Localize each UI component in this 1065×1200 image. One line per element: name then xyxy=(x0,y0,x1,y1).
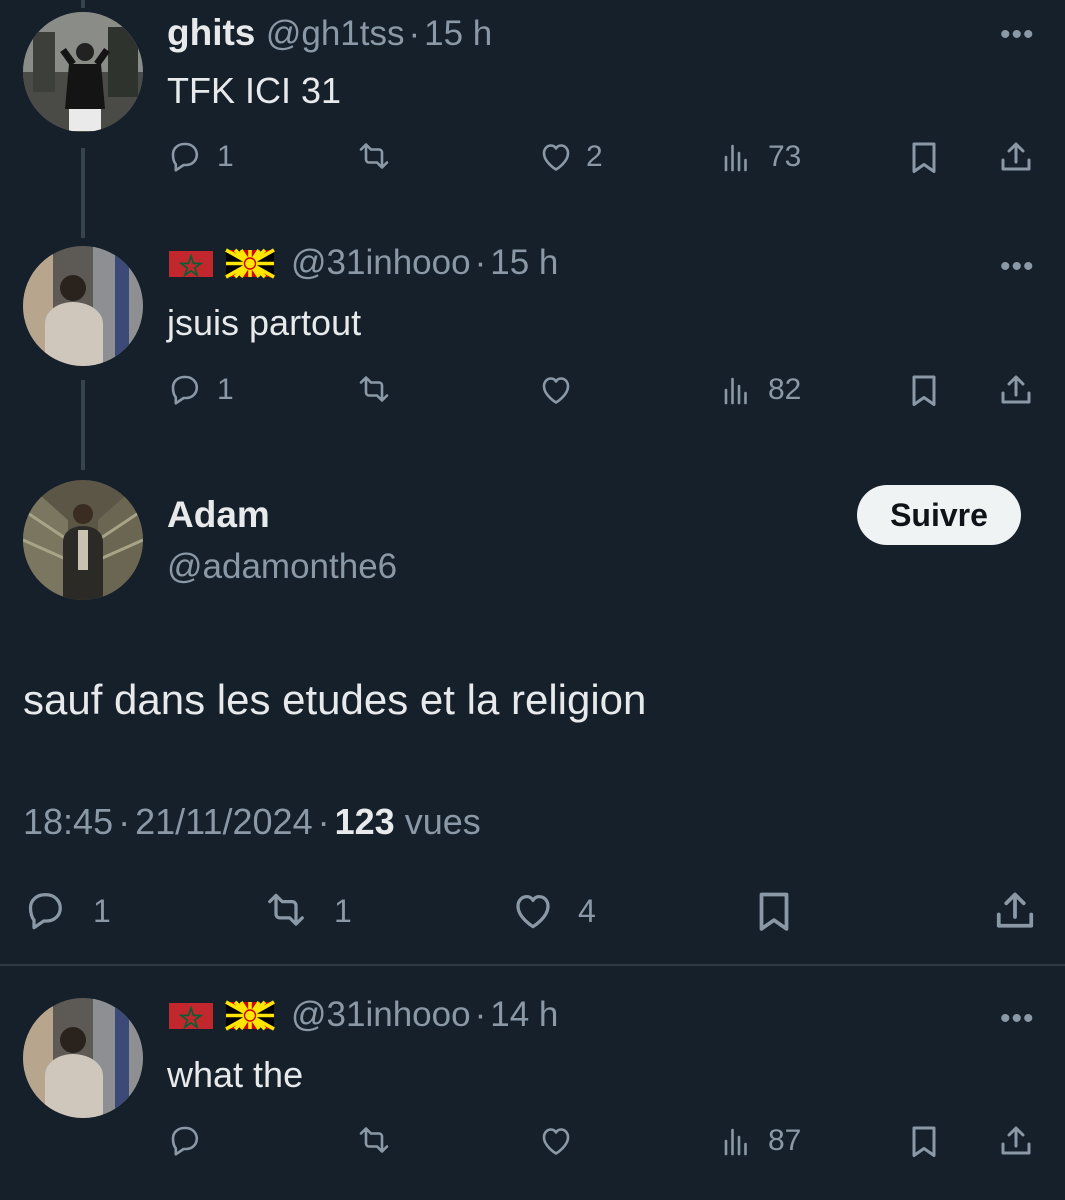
tweet-time[interactable]: 15 h xyxy=(490,243,558,283)
main-tweet-text: sauf dans les etudes et la religion xyxy=(23,676,647,723)
author-handle[interactable]: @adamonthe6 xyxy=(167,547,397,587)
like-button[interactable]: 4 xyxy=(508,886,596,936)
reply-count: 1 xyxy=(93,892,111,929)
share-button[interactable] xyxy=(996,1121,1036,1163)
author-handle[interactable]: @gh1tss xyxy=(266,14,405,53)
views-count[interactable]: 123 xyxy=(335,801,395,842)
reply-button[interactable]: 1 xyxy=(167,137,234,177)
share-icon xyxy=(1001,1126,1031,1155)
tweet-meta: 18:45 · 21/11/2024 · 123 vues xyxy=(23,801,481,843)
tweet-text: jsuis partout xyxy=(167,302,362,343)
retweet-button[interactable] xyxy=(352,370,396,410)
more-icon[interactable]: ••• xyxy=(1000,250,1035,284)
bookmark-icon xyxy=(912,142,936,173)
views-icon xyxy=(724,1128,747,1156)
tweet-time[interactable]: 18:45 xyxy=(23,801,113,842)
reply-count: 1 xyxy=(217,373,234,406)
divider xyxy=(0,964,1065,966)
retweet-icon xyxy=(268,893,304,926)
reply-button[interactable] xyxy=(167,1121,207,1161)
separator: · xyxy=(474,995,487,1034)
bookmark-icon xyxy=(912,375,936,406)
thread-line xyxy=(81,148,85,238)
author-handle[interactable]: @31inhooo xyxy=(291,995,471,1035)
more-icon[interactable]: ••• xyxy=(1000,18,1035,52)
share-icon xyxy=(996,892,1034,928)
views-count: 87 xyxy=(768,1124,802,1157)
separator: · xyxy=(317,801,330,842)
avatar[interactable] xyxy=(23,12,143,132)
views-label: vues xyxy=(404,801,481,842)
retweet-button[interactable] xyxy=(352,137,406,177)
follow-button[interactable]: Suivre xyxy=(857,485,1021,545)
share-button[interactable] xyxy=(996,370,1036,412)
views-button[interactable]: 87 xyxy=(718,1121,801,1161)
reply-button[interactable]: 1 xyxy=(23,886,111,936)
separator: · xyxy=(118,801,131,842)
more-icon[interactable]: ••• xyxy=(1000,1002,1035,1036)
like-count: 4 xyxy=(578,892,596,929)
like-button[interactable] xyxy=(536,370,576,410)
views-icon xyxy=(724,144,747,172)
tweet-header: @31inhooo · 14 h xyxy=(167,995,558,1035)
views-button[interactable]: 82 xyxy=(718,370,801,410)
views-count: 82 xyxy=(768,373,802,406)
thread-line xyxy=(81,0,85,8)
bookmark-button[interactable] xyxy=(904,370,944,412)
share-icon xyxy=(1001,375,1031,404)
author-name[interactable]: ghits xyxy=(167,12,255,53)
reply-icon xyxy=(28,893,62,930)
share-button[interactable] xyxy=(996,137,1036,179)
reply-icon xyxy=(171,142,199,172)
views-count: 73 xyxy=(768,140,802,173)
like-icon xyxy=(542,377,570,404)
like-button[interactable]: 2 xyxy=(536,137,603,177)
avatar[interactable] xyxy=(23,480,143,600)
bookmark-icon xyxy=(759,892,789,931)
separator: · xyxy=(474,243,487,282)
tweet-time[interactable]: 15 h xyxy=(424,14,492,53)
reply-button[interactable]: 1 xyxy=(167,370,234,410)
reply-icon xyxy=(171,375,199,405)
tweet-text: what the xyxy=(167,1054,304,1095)
share-button[interactable] xyxy=(990,886,1040,938)
morocco-flag-icon xyxy=(169,1003,213,1030)
like-icon xyxy=(542,144,570,171)
macedonia-flag-icon xyxy=(225,1000,275,1031)
views-button[interactable]: 73 xyxy=(718,137,801,177)
retweet-icon xyxy=(359,376,389,402)
like-count: 2 xyxy=(586,140,603,173)
retweet-count: 1 xyxy=(334,892,352,929)
share-icon xyxy=(1001,142,1031,171)
avatar[interactable] xyxy=(23,246,143,366)
retweet-button[interactable] xyxy=(352,1121,396,1161)
like-button[interactable] xyxy=(536,1121,576,1161)
reply-count: 1 xyxy=(217,140,234,173)
separator: · xyxy=(408,14,421,53)
tweet-text: TFK ICI 31 xyxy=(167,70,342,111)
like-icon xyxy=(516,895,550,929)
bookmark-icon xyxy=(912,1126,936,1157)
retweet-icon xyxy=(359,143,389,169)
tweet-header: @31inhooo · 15 h xyxy=(167,243,558,283)
like-icon xyxy=(542,1128,570,1155)
bookmark-button[interactable] xyxy=(904,1121,944,1163)
retweet-button[interactable]: 1 xyxy=(258,886,352,936)
author-name[interactable]: Adam xyxy=(167,494,270,536)
tweet-date[interactable]: 21/11/2024 xyxy=(135,801,313,842)
macedonia-flag-icon xyxy=(225,248,275,279)
tweet-header: ghits @gh1tss · 15 h xyxy=(167,12,492,54)
morocco-flag-icon xyxy=(169,251,213,278)
views-icon xyxy=(724,377,747,405)
avatar[interactable] xyxy=(23,998,143,1118)
bookmark-button[interactable] xyxy=(749,886,799,938)
reply-icon xyxy=(171,1126,199,1156)
retweet-icon xyxy=(359,1127,389,1153)
author-handle[interactable]: @31inhooo xyxy=(291,243,471,283)
bookmark-button[interactable] xyxy=(904,137,944,179)
thread-line xyxy=(81,380,85,470)
tweet-time[interactable]: 14 h xyxy=(490,995,558,1035)
